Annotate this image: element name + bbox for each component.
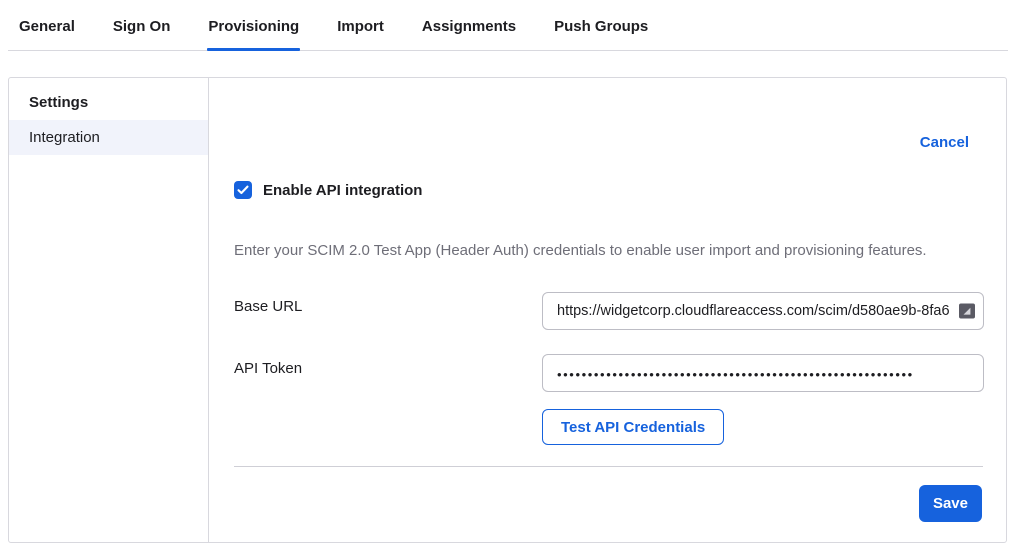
api-token-label: API Token — [234, 360, 302, 377]
app-tab-bar: General Sign On Provisioning Import Assi… — [8, 0, 1008, 51]
cancel-link[interactable]: Cancel — [920, 134, 969, 151]
enable-api-checkbox-label: Enable API integration — [263, 182, 422, 199]
api-token-input-wrap — [542, 354, 984, 392]
sidebar-header-settings: Settings — [9, 84, 208, 120]
enable-api-checkbox[interactable] — [234, 181, 252, 199]
text-cursor-artifact-icon: ◢ — [959, 304, 975, 319]
sidebar-item-integration[interactable]: Integration — [9, 120, 208, 155]
tab-push-groups[interactable]: Push Groups — [553, 2, 649, 50]
settings-sidebar: Settings Integration — [9, 78, 209, 542]
tab-assignments[interactable]: Assignments — [421, 2, 517, 50]
base-url-input[interactable] — [542, 292, 984, 330]
credentials-description: Enter your SCIM 2.0 Test App (Header Aut… — [234, 242, 976, 259]
tab-provisioning[interactable]: Provisioning — [207, 2, 300, 50]
checkmark-icon — [237, 185, 249, 195]
api-token-input[interactable] — [542, 354, 984, 392]
test-api-credentials-button[interactable]: Test API Credentials — [542, 409, 724, 445]
save-button[interactable]: Save — [919, 485, 982, 522]
base-url-label: Base URL — [234, 298, 302, 315]
enable-api-integration-row: Enable API integration — [234, 181, 422, 199]
tab-sign-on[interactable]: Sign On — [112, 2, 172, 50]
integration-settings-content: Cancel Enable API integration Enter your… — [209, 78, 1006, 542]
base-url-input-wrap: ◢ — [542, 292, 984, 330]
tab-import[interactable]: Import — [336, 2, 385, 50]
tab-general[interactable]: General — [18, 2, 76, 50]
provisioning-panel: Settings Integration Cancel Enable API i… — [8, 77, 1007, 543]
footer-divider — [234, 466, 983, 467]
